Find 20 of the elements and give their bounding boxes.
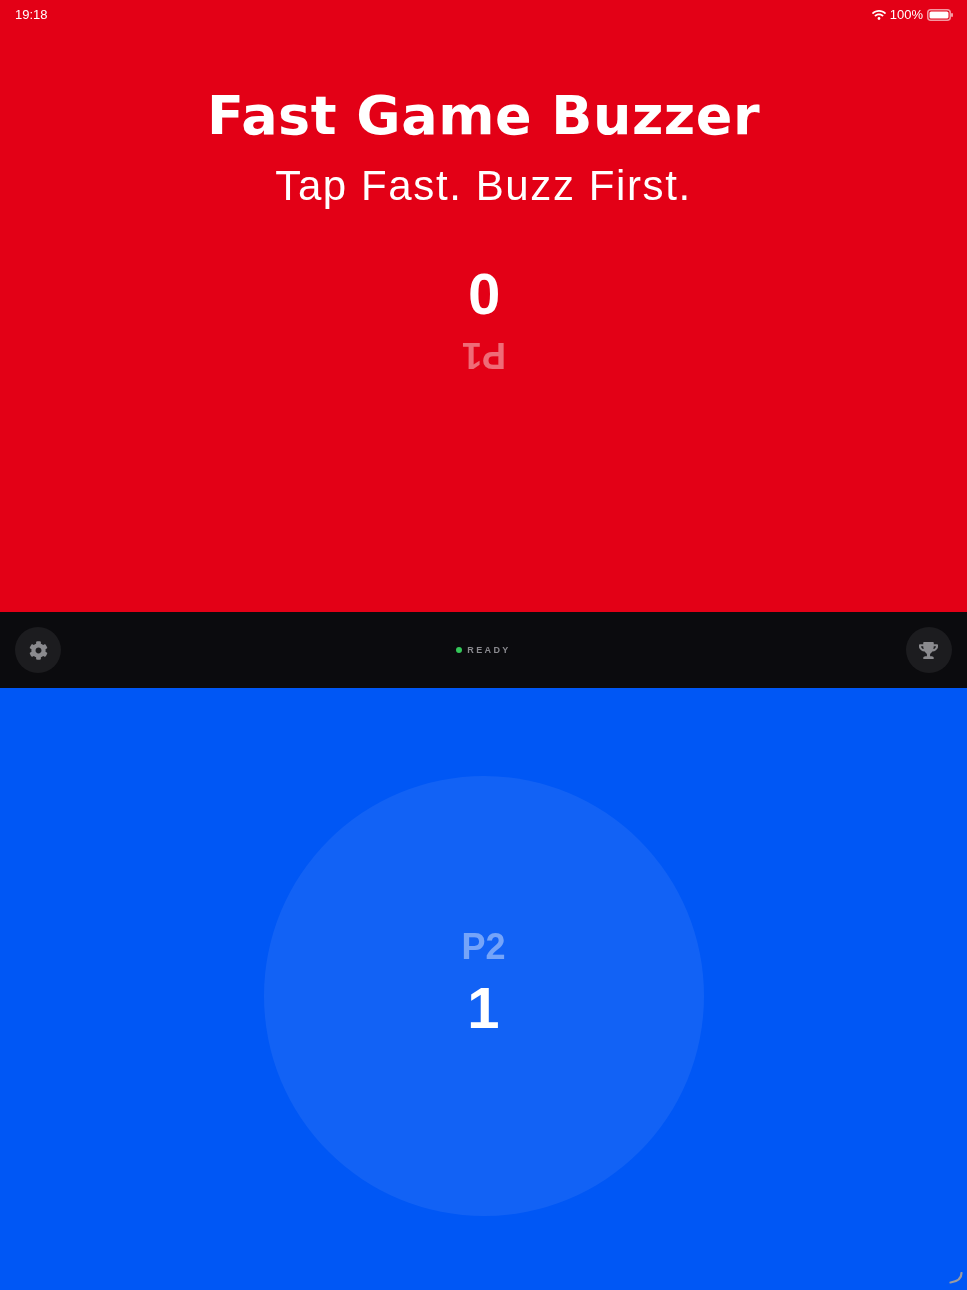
app-title: Fast Game Buzzer bbox=[206, 84, 761, 148]
clock-time: 19:18 bbox=[15, 7, 48, 23]
status-label: READY bbox=[467, 645, 511, 655]
app-tagline: Tap Fast. Buzz First. bbox=[275, 162, 692, 210]
player-label: P2 bbox=[461, 927, 506, 967]
player-label: P1 bbox=[461, 335, 506, 375]
wifi-icon bbox=[871, 8, 886, 22]
player-panel[interactable]: 19:18 100% Fast Game Buzzer Tap Fast. Buzz First. P1 0 bbox=[0, 0, 967, 612]
settings-button[interactable] bbox=[15, 627, 61, 673]
battery-percentage: 100% bbox=[889, 7, 923, 23]
buzzer-circle[interactable]: P2 1 bbox=[263, 776, 704, 1216]
trophy-button[interactable] bbox=[906, 627, 952, 673]
player-score: 1 bbox=[467, 977, 500, 1039]
player-panel[interactable]: P2 1 bbox=[0, 688, 967, 1290]
status-dot-icon bbox=[456, 647, 463, 653]
arc-icon bbox=[949, 1272, 963, 1284]
trophy-icon bbox=[919, 640, 939, 660]
player-score: 0 bbox=[467, 263, 500, 325]
battery-icon bbox=[927, 9, 953, 21]
settings-icon bbox=[28, 640, 48, 660]
